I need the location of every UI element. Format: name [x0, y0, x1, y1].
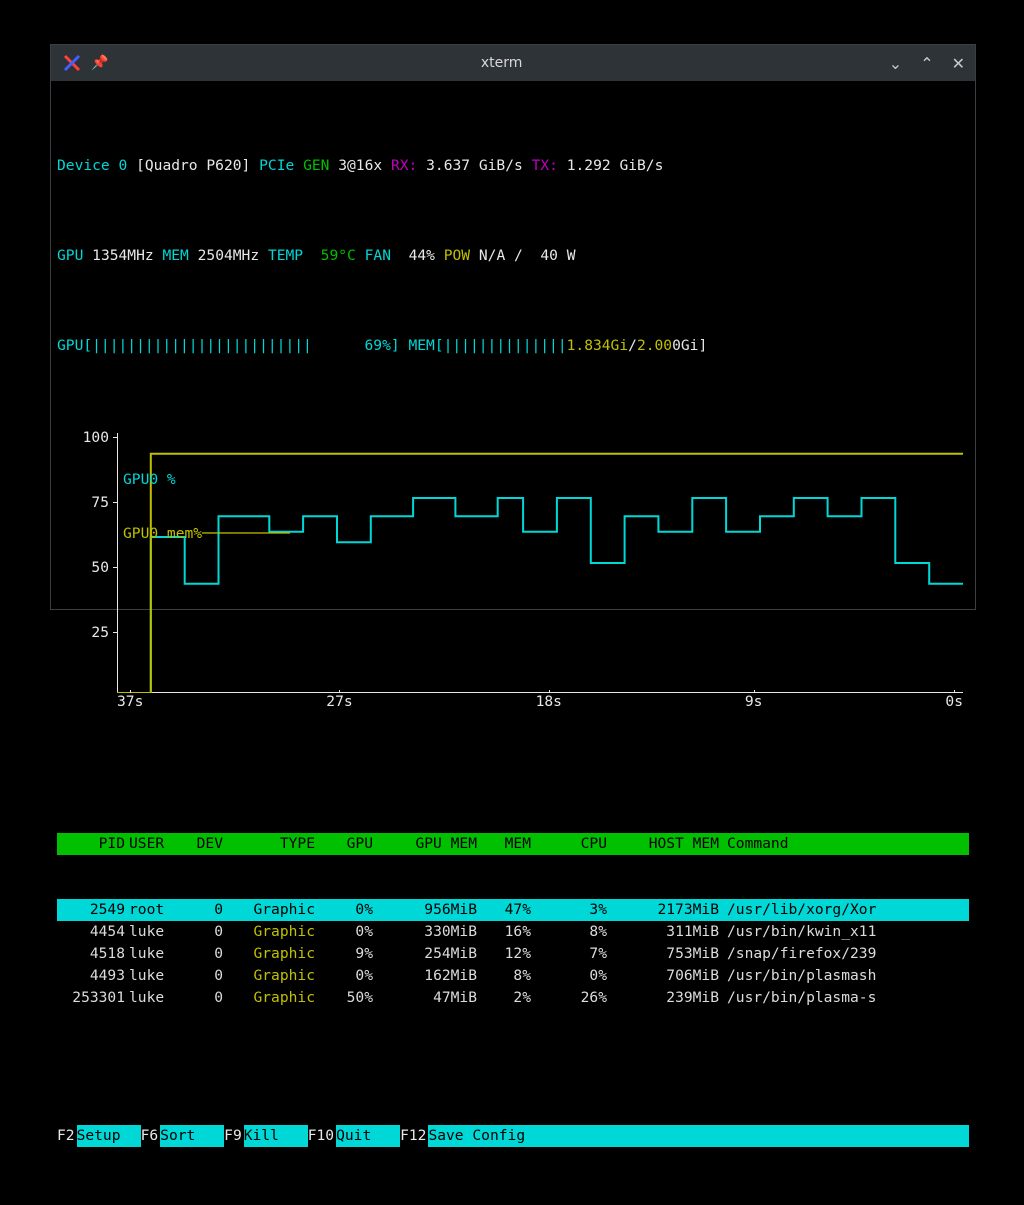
fkey-label-quit[interactable]: Quit: [336, 1125, 400, 1147]
chart-legend: GPU0 % GPU0 mem%──────────: [123, 435, 290, 579]
legend-gpu-pct: GPU0 %: [123, 471, 176, 488]
legend-gpu-mem: GPU0 mem%: [123, 525, 202, 542]
y-tick-25: 25: [57, 624, 109, 642]
table-row[interactable]: 2549root0Graphic0%956MiB47%3%2173MiB/usr…: [57, 899, 969, 921]
gpu-usage-chart: 100 75 50 25 GPU0 % GPU0 mem%────────── …: [57, 433, 965, 713]
maximize-icon[interactable]: ⌃: [920, 54, 933, 73]
stat-line: GPU 1354MHz MEM 2504MHz TEMP 59°C FAN 44…: [57, 247, 969, 265]
pin-icon[interactable]: 📌: [91, 55, 108, 71]
table-row[interactable]: 4454luke0Graphic0%330MiB16%8%311MiB/usr/…: [57, 921, 969, 943]
xterm-icon: [61, 52, 83, 74]
close-icon[interactable]: ✕: [952, 54, 965, 73]
device-line: Device 0 [Quadro P620] PCIe GEN 3@16x RX…: [57, 157, 969, 175]
usage-bars: GPU[||||||||||||||||||||||||| 69%] MEM[|…: [57, 337, 969, 355]
fkey-f6: F6: [141, 1125, 161, 1147]
fkey-f12: F12: [400, 1125, 428, 1147]
fkey-label-setup[interactable]: Setup: [77, 1125, 141, 1147]
y-tick-75: 75: [57, 494, 109, 512]
fkey-f2: F2: [57, 1125, 77, 1147]
table-row[interactable]: 253301luke0Graphic50%47MiB2%26%239MiB/us…: [57, 987, 969, 1009]
window-title: xterm: [114, 55, 888, 71]
table-row[interactable]: 4493luke0Graphic0%162MiB8%0%706MiB/usr/b…: [57, 965, 969, 987]
titlebar[interactable]: 📌 xterm ⌄ ⌃ ✕: [51, 45, 975, 81]
fkey-label-save-config[interactable]: Save Config: [428, 1125, 969, 1147]
minimize-icon[interactable]: ⌄: [889, 54, 902, 73]
terminal-window: 📌 xterm ⌄ ⌃ ✕ Device 0 [Quadro P620] PCI…: [50, 44, 976, 610]
table-header[interactable]: PID USER DEV TYPE GPU GPU MEM MEM CPU HO…: [57, 833, 969, 855]
fkey-f9: F9: [224, 1125, 244, 1147]
y-tick-50: 50: [57, 559, 109, 577]
process-table: PID USER DEV TYPE GPU GPU MEM MEM CPU HO…: [57, 789, 969, 1053]
terminal-content[interactable]: Device 0 [Quadro P620] PCIe GEN 3@16x RX…: [51, 81, 975, 1205]
y-tick-100: 100: [57, 429, 109, 447]
x-axis-labels: 37s 27s 18s 9s 0s: [117, 693, 963, 711]
fkey-label-sort[interactable]: Sort: [160, 1125, 224, 1147]
table-row[interactable]: 4518luke0Graphic9%254MiB12%7%753MiB/snap…: [57, 943, 969, 965]
function-bar: F2SetupF6SortF9KillF10QuitF12Save Config: [57, 1125, 969, 1147]
fkey-label-kill[interactable]: Kill: [244, 1125, 308, 1147]
fkey-f10: F10: [308, 1125, 336, 1147]
